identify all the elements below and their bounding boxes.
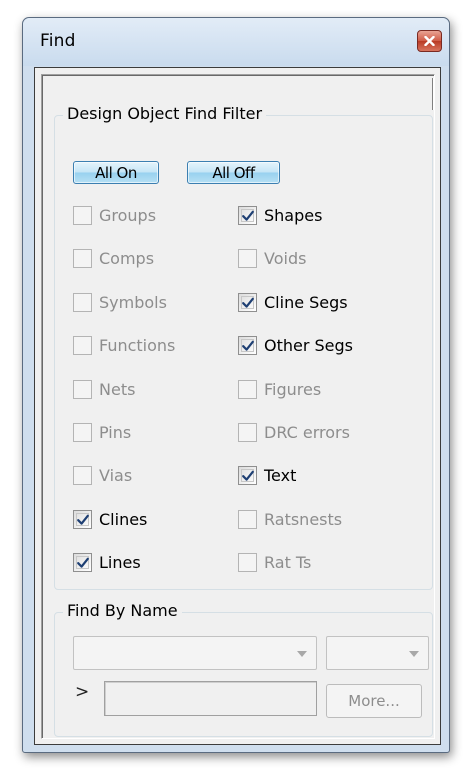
checkbox-label: Other Segs <box>264 335 354 355</box>
checkbox-nets[interactable]: Nets <box>73 378 135 400</box>
name-input[interactable] <box>104 681 317 716</box>
checkbox-label: Comps <box>99 248 155 268</box>
checkbox-box[interactable] <box>238 552 257 572</box>
checkbox-box[interactable] <box>73 248 92 268</box>
checkbox-shapes[interactable]: Shapes <box>238 204 322 226</box>
checkbox-symbols[interactable]: Symbols <box>73 291 167 313</box>
checkbox-box[interactable] <box>238 248 257 268</box>
scrollbar-marker <box>432 78 434 110</box>
checkbox-box[interactable] <box>238 422 257 442</box>
checkbox-figures[interactable]: Figures <box>238 378 321 400</box>
checkbox-clines[interactable]: Clines <box>73 508 147 530</box>
checkbox-voids[interactable]: Voids <box>238 247 306 269</box>
all-on-label: All On <box>95 163 137 182</box>
find-by-name-group: Find By Name <box>54 601 433 737</box>
checkbox-lines[interactable]: Lines <box>73 551 141 573</box>
checkbox-label: Ratsnests <box>264 509 343 529</box>
chevron-down-icon <box>297 651 307 657</box>
checkbox-label: Nets <box>99 379 136 399</box>
more-button[interactable]: More... <box>326 684 422 718</box>
check-mark-icon <box>242 340 254 351</box>
checkbox-box[interactable] <box>73 509 92 529</box>
checkbox-box[interactable] <box>238 509 257 529</box>
checkbox-vias[interactable]: Vias <box>73 464 132 486</box>
checkbox-label: Groups <box>99 205 157 225</box>
checkbox-label: Clines <box>99 509 148 529</box>
checkbox-ratsnests[interactable]: Ratsnests <box>238 508 342 530</box>
checkbox-box[interactable] <box>73 379 92 399</box>
checkbox-box[interactable] <box>73 465 92 485</box>
checkbox-label: Voids <box>264 248 307 268</box>
find-by-name-legend: Find By Name <box>63 601 182 620</box>
checkbox-label: Functions <box>99 335 176 355</box>
checkbox-label: Pins <box>99 422 132 442</box>
checkbox-label: Rat Ts <box>264 552 312 572</box>
checkbox-box[interactable] <box>73 552 92 572</box>
checkbox-label: Symbols <box>99 292 167 312</box>
checkbox-label: Text <box>264 465 297 485</box>
check-mark-icon <box>242 470 254 481</box>
chevron-down-icon <box>409 651 419 657</box>
checkbox-label: Cline Segs <box>264 292 348 312</box>
checkbox-other-segs[interactable]: Other Segs <box>238 334 353 356</box>
checkbox-label: Shapes <box>264 205 323 225</box>
checkbox-box[interactable] <box>238 205 257 225</box>
all-off-label: All Off <box>212 163 255 182</box>
checkbox-rat-ts[interactable]: Rat Ts <box>238 551 311 573</box>
checkbox-pins[interactable]: Pins <box>73 421 131 443</box>
checkbox-functions[interactable]: Functions <box>73 334 175 356</box>
checkbox-groups[interactable]: Groups <box>73 204 156 226</box>
more-label: More... <box>348 692 400 710</box>
name-combo[interactable] <box>73 636 317 670</box>
checkbox-box[interactable] <box>73 422 92 442</box>
all-off-button[interactable]: All Off <box>187 161 280 184</box>
checkbox-box[interactable] <box>73 335 92 355</box>
checkbox-cline-segs[interactable]: Cline Segs <box>238 291 348 313</box>
check-mark-icon <box>77 514 89 525</box>
all-on-button[interactable]: All On <box>73 161 159 184</box>
checkbox-label: Figures <box>264 379 322 399</box>
checkbox-box[interactable] <box>73 205 92 225</box>
close-button[interactable] <box>417 30 442 52</box>
checkbox-drc-errors[interactable]: DRC errors <box>238 421 350 443</box>
find-filter-legend: Design Object Find Filter <box>63 104 267 123</box>
check-mark-icon <box>77 557 89 568</box>
checkbox-box[interactable] <box>238 292 257 312</box>
checkbox-comps[interactable]: Comps <box>73 247 154 269</box>
checkbox-label: DRC errors <box>264 422 350 442</box>
checkbox-box[interactable] <box>238 379 257 399</box>
type-combo[interactable] <box>326 636 429 670</box>
window-title: Find <box>40 31 76 51</box>
checkbox-box[interactable] <box>238 335 257 355</box>
prompt-arrow-icon: > <box>75 682 90 702</box>
check-mark-icon <box>242 297 254 308</box>
checkbox-text[interactable]: Text <box>238 464 296 486</box>
checkbox-box[interactable] <box>238 465 257 485</box>
checkbox-label: Vias <box>99 465 133 485</box>
close-x-icon <box>424 36 435 46</box>
check-mark-icon <box>242 210 254 221</box>
title-bar[interactable]: Find <box>23 18 449 66</box>
checkbox-label: Lines <box>99 552 141 572</box>
checkbox-box[interactable] <box>73 292 92 312</box>
